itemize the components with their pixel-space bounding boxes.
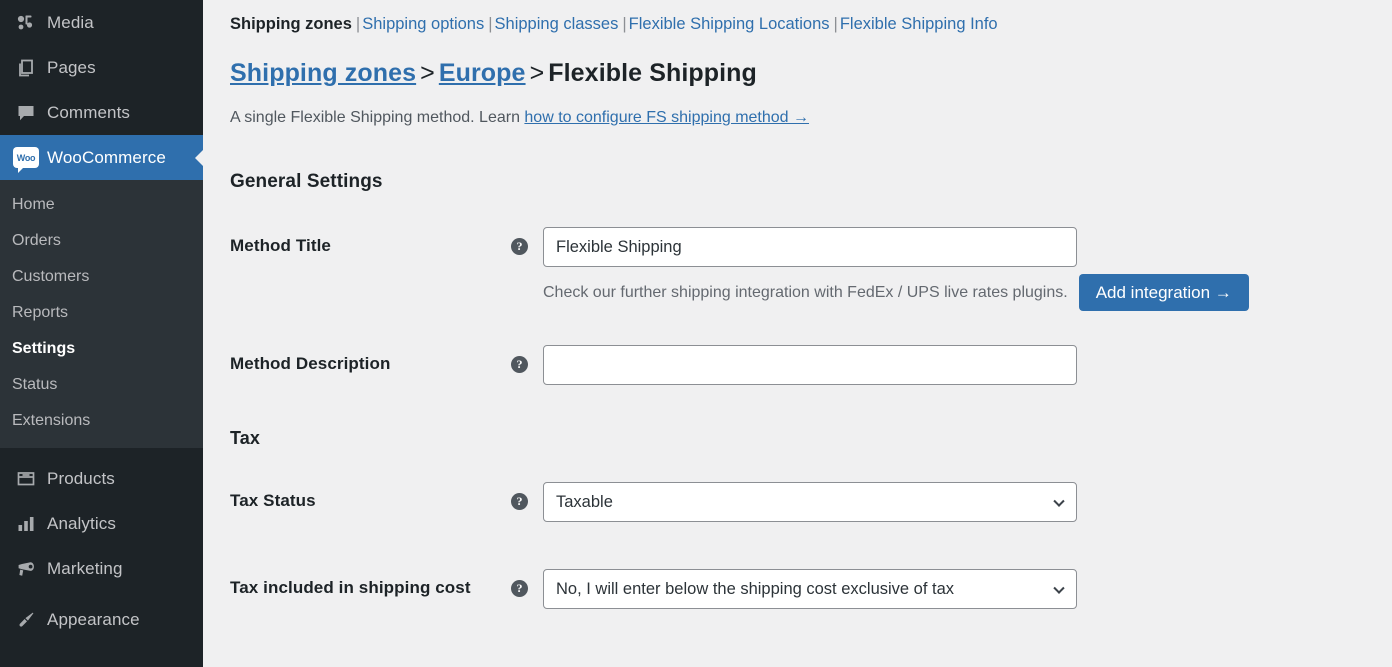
method-title-field-cell: Flexible Shipping Check our further ship… bbox=[543, 225, 1392, 311]
main-content: Shipping zones | Shipping options | Shipping… bbox=[203, 0, 1392, 667]
sidebar-item-label: Appearance bbox=[47, 609, 140, 629]
method-title-label-cell: Method Title ? bbox=[230, 225, 543, 256]
form-row-method-description: Method Description ? bbox=[230, 343, 1392, 385]
tab-separator: | bbox=[833, 15, 838, 33]
breadcrumb-separator: > bbox=[420, 59, 435, 87]
breadcrumb-current: Flexible Shipping bbox=[548, 59, 757, 87]
tab-shipping-classes[interactable]: Shipping classes bbox=[495, 15, 619, 33]
method-description-input[interactable] bbox=[543, 345, 1077, 385]
submenu-item-settings[interactable]: Settings bbox=[0, 331, 203, 367]
sidebar-item-comments[interactable]: Comments bbox=[0, 90, 203, 135]
tax-included-select[interactable]: No, I will enter below the shipping cost… bbox=[543, 569, 1077, 609]
form-row-tax-included: Tax included in shipping cost ? No, I wi… bbox=[230, 567, 1392, 609]
help-icon[interactable]: ? bbox=[511, 493, 528, 510]
active-menu-arrow-icon bbox=[195, 148, 203, 167]
help-icon[interactable]: ? bbox=[511, 580, 528, 597]
tax-included-label-cell: Tax included in shipping cost ? bbox=[230, 567, 543, 598]
appearance-icon bbox=[8, 610, 44, 630]
analytics-icon bbox=[8, 514, 44, 534]
sidebar-item-label: Marketing bbox=[47, 558, 123, 578]
comments-icon bbox=[8, 103, 44, 123]
settings-form: Method Title ? Flexible Shipping Check o… bbox=[230, 225, 1392, 609]
sidebar-item-marketing[interactable]: Marketing bbox=[0, 546, 203, 591]
submenu-item-extensions[interactable]: Extensions bbox=[0, 403, 203, 439]
form-row-tax-status: Tax Status ? Taxable bbox=[230, 480, 1392, 522]
method-description-label-cell: Method Description ? bbox=[230, 343, 543, 374]
tax-status-field-cell: Taxable bbox=[543, 480, 1392, 522]
integration-hint-text: Check our further shipping integration w… bbox=[543, 283, 1068, 301]
tab-shipping-options[interactable]: Shipping options bbox=[362, 15, 484, 33]
tab-separator: | bbox=[622, 15, 627, 33]
method-description-field-cell bbox=[543, 343, 1392, 385]
tab-flexible-shipping-locations[interactable]: Flexible Shipping Locations bbox=[629, 15, 830, 33]
submenu-item-customers[interactable]: Customers bbox=[0, 259, 203, 295]
general-settings-heading: General Settings bbox=[230, 171, 383, 192]
sidebar-item-label: Products bbox=[47, 468, 115, 488]
chevron-down-icon bbox=[1053, 582, 1065, 594]
tax-status-label-cell: Tax Status ? bbox=[230, 480, 543, 511]
method-title-input[interactable]: Flexible Shipping bbox=[543, 227, 1077, 267]
admin-page: Media Pages Comments Woo WooCommerce Hom… bbox=[0, 0, 1392, 667]
products-icon bbox=[8, 469, 44, 489]
breadcrumb: Shipping zones > Europe > Flexible Shipping bbox=[230, 58, 1392, 88]
tab-flexible-shipping-info[interactable]: Flexible Shipping Info bbox=[840, 15, 998, 33]
tax-status-select[interactable]: Taxable bbox=[543, 482, 1077, 522]
breadcrumb-link-shipping-zones[interactable]: Shipping zones bbox=[230, 59, 416, 87]
sidebar-item-label: Pages bbox=[47, 57, 96, 77]
woo-badge-text: Woo bbox=[16, 152, 36, 163]
help-icon[interactable]: ? bbox=[511, 356, 528, 373]
submenu-item-reports[interactable]: Reports bbox=[0, 295, 203, 331]
marketing-icon bbox=[8, 559, 44, 579]
settings-subtabs: Shipping zones | Shipping options | Shipping… bbox=[230, 0, 1392, 36]
sidebar-item-label: Media bbox=[47, 12, 94, 32]
breadcrumb-link-europe[interactable]: Europe bbox=[439, 59, 526, 87]
sidebar-item-media[interactable]: Media bbox=[0, 0, 203, 45]
tax-included-field-cell: No, I will enter below the shipping cost… bbox=[543, 567, 1392, 609]
sidebar-item-label: Comments bbox=[47, 102, 130, 122]
tax-status-value: Taxable bbox=[556, 492, 613, 511]
method-title-hint-row: Check our further shipping integration w… bbox=[543, 274, 1392, 311]
media-icon bbox=[8, 13, 44, 33]
chevron-down-icon bbox=[1053, 495, 1065, 507]
tab-separator: | bbox=[488, 15, 493, 33]
page-description: A single Flexible Shipping method. Learn… bbox=[230, 107, 1392, 129]
tax-included-value: No, I will enter below the shipping cost… bbox=[556, 579, 955, 598]
form-row-method-title: Method Title ? Flexible Shipping Check o… bbox=[230, 225, 1392, 311]
sidebar-item-analytics[interactable]: Analytics bbox=[0, 501, 203, 546]
tab-separator: | bbox=[355, 15, 361, 33]
add-integration-button[interactable]: Add integration → bbox=[1078, 274, 1249, 311]
admin-sidebar: Media Pages Comments Woo WooCommerce Hom… bbox=[0, 0, 203, 667]
sidebar-item-label: WooCommerce bbox=[47, 147, 166, 167]
tax-included-label: Tax included in shipping cost bbox=[230, 578, 471, 597]
sidebar-item-label: Analytics bbox=[47, 513, 116, 533]
submenu-item-home[interactable]: Home bbox=[0, 187, 203, 223]
tab-shipping-zones[interactable]: Shipping zones bbox=[230, 15, 352, 33]
configure-fs-method-link[interactable]: how to configure FS shipping method → bbox=[524, 109, 809, 126]
help-icon[interactable]: ? bbox=[511, 238, 528, 255]
woocommerce-submenu: Home Orders Customers Reports Settings S… bbox=[0, 180, 203, 448]
sidebar-item-appearance[interactable]: Appearance bbox=[0, 597, 203, 642]
tax-section-heading: Tax bbox=[230, 428, 260, 448]
woocommerce-icon: Woo bbox=[8, 147, 44, 173]
tax-status-label: Tax Status bbox=[230, 491, 316, 510]
submenu-item-orders[interactable]: Orders bbox=[0, 223, 203, 259]
page-description-text: A single Flexible Shipping method. Learn bbox=[230, 109, 525, 126]
sidebar-item-products[interactable]: Products bbox=[0, 456, 203, 501]
sidebar-item-woocommerce[interactable]: Woo WooCommerce bbox=[0, 135, 203, 180]
method-description-label: Method Description bbox=[230, 354, 391, 373]
sidebar-divider bbox=[0, 448, 203, 456]
sidebar-item-pages[interactable]: Pages bbox=[0, 45, 203, 90]
breadcrumb-separator: > bbox=[529, 59, 545, 87]
pages-icon bbox=[8, 58, 44, 78]
submenu-item-status[interactable]: Status bbox=[0, 367, 203, 403]
method-title-label: Method Title bbox=[230, 236, 331, 255]
